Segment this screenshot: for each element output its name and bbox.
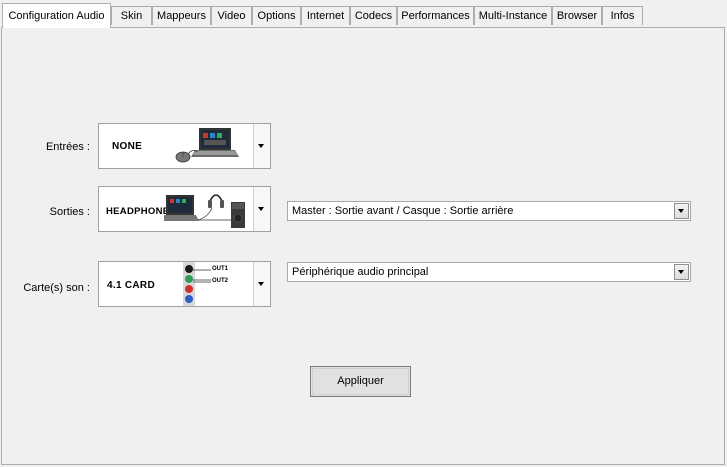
soundcard-device-dropdown-button[interactable] bbox=[674, 264, 689, 280]
chevron-down-icon bbox=[678, 209, 684, 213]
soundcard-label: Carte(s) son : bbox=[23, 282, 90, 294]
soundcard-device-combo-value: Périphérique audio principal bbox=[292, 266, 429, 278]
chevron-down-icon bbox=[258, 144, 264, 148]
tab-configuration-audio[interactable]: Configuration Audio bbox=[2, 3, 111, 28]
tab-bar: Configuration Audio Skin Mappeurs Video … bbox=[0, 0, 727, 28]
soundcard-dropdown-button[interactable] bbox=[253, 262, 270, 306]
output-connector-lines bbox=[193, 269, 211, 283]
out2-label: OUT2 bbox=[212, 278, 229, 284]
tab-video[interactable]: Video bbox=[211, 6, 252, 25]
tab-options[interactable]: Options bbox=[252, 6, 301, 25]
outputs-routing-dropdown-button[interactable] bbox=[674, 203, 689, 219]
laptop-headphones-speaker-icon bbox=[164, 194, 245, 228]
tab-skin[interactable]: Skin bbox=[111, 6, 152, 25]
inputs-dropdown-button[interactable] bbox=[253, 124, 270, 168]
tab-internet[interactable]: Internet bbox=[301, 6, 350, 25]
outputs-label: Sorties : bbox=[49, 206, 90, 218]
mouse-laptop-icon bbox=[175, 128, 239, 163]
outputs-routing-select[interactable]: Master : Sortie avant / Casque : Sortie … bbox=[287, 201, 691, 221]
outputs-routing-value: Master : Sortie avant / Casque : Sortie … bbox=[292, 205, 514, 217]
soundcard-device-select[interactable]: 4.1 CARD OUT1 OUT2 bbox=[98, 261, 271, 307]
tab-mappeurs[interactable]: Mappeurs bbox=[152, 6, 211, 25]
outputs-dropdown-button[interactable] bbox=[253, 187, 270, 231]
chevron-down-icon bbox=[678, 270, 684, 274]
soundcard-device-name: 4.1 CARD bbox=[107, 280, 155, 291]
tab-browser[interactable]: Browser bbox=[552, 6, 602, 25]
out1-label: OUT1 bbox=[212, 266, 229, 272]
inputs-device-select[interactable]: NONE bbox=[98, 123, 271, 169]
tab-performances[interactable]: Performances bbox=[397, 6, 474, 25]
chevron-down-icon bbox=[258, 207, 264, 211]
apply-button-label: Appliquer bbox=[337, 375, 384, 387]
chevron-down-icon bbox=[258, 282, 264, 286]
tab-codecs[interactable]: Codecs bbox=[350, 6, 397, 25]
audio-config-panel bbox=[1, 27, 725, 465]
apply-button[interactable]: Appliquer bbox=[310, 366, 411, 397]
inputs-label: Entrées : bbox=[45, 141, 90, 153]
tab-infos[interactable]: Infos bbox=[602, 6, 643, 25]
tab-multi-instance[interactable]: Multi-Instance bbox=[474, 6, 552, 25]
inputs-device-name: NONE bbox=[112, 141, 143, 152]
outputs-device-select[interactable]: HEADPHONES bbox=[98, 186, 271, 232]
soundcard-device-combo[interactable]: Périphérique audio principal bbox=[287, 262, 691, 282]
